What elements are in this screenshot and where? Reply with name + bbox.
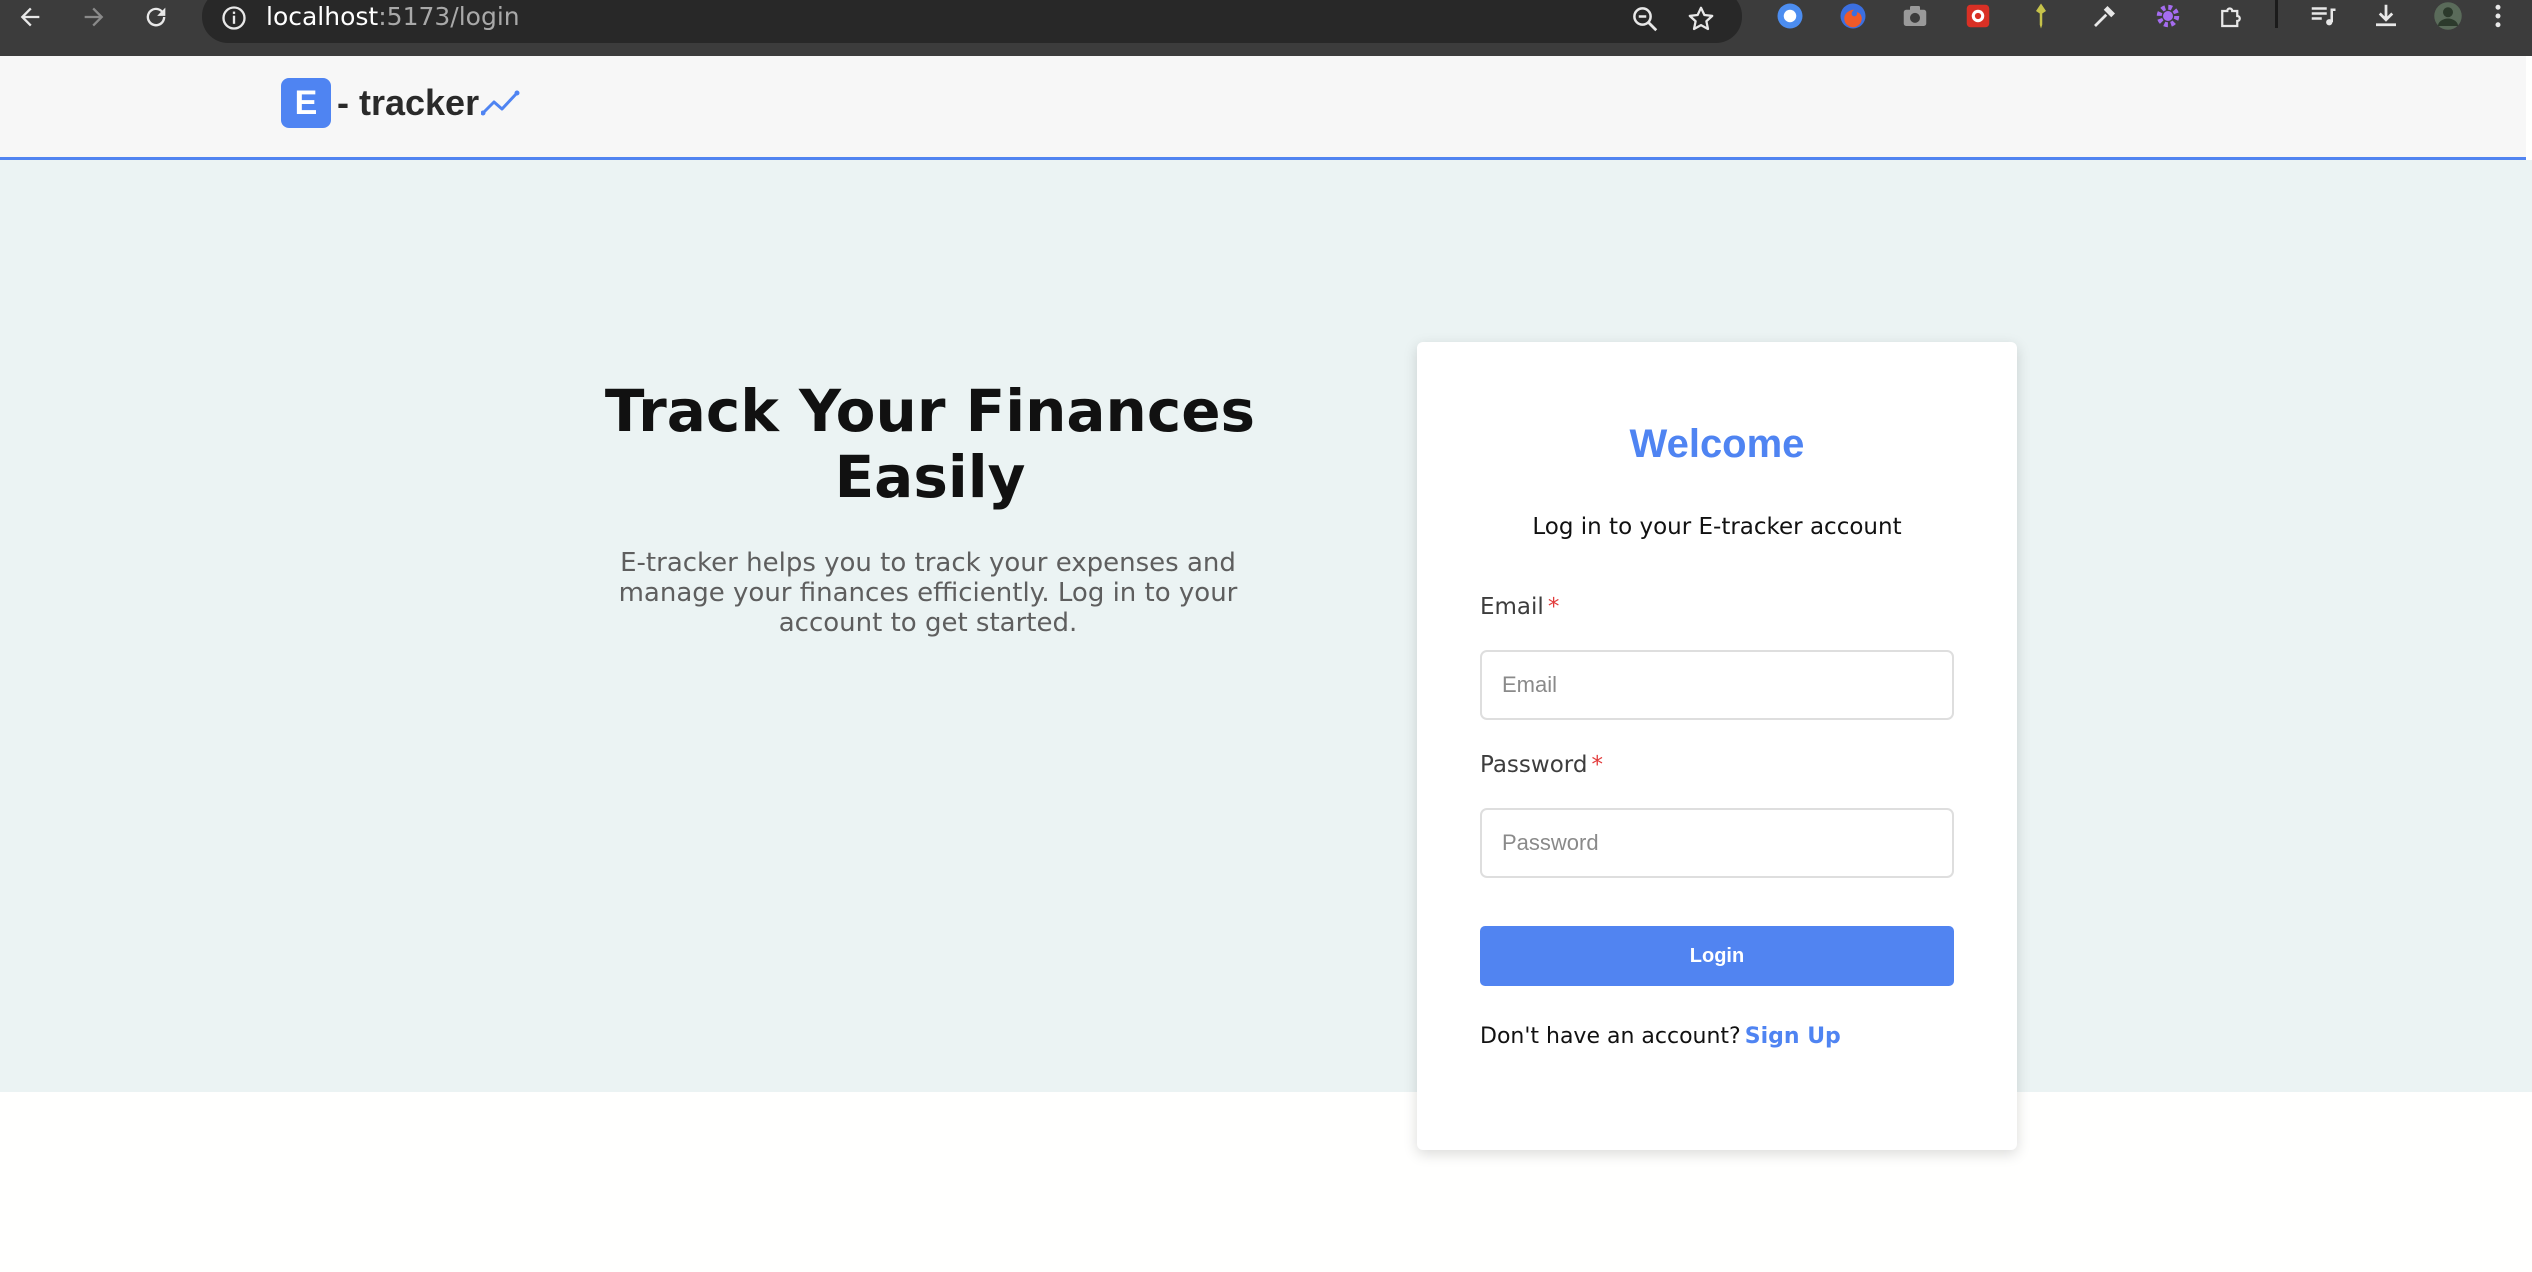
pin-extension-icon[interactable] (2023, 0, 2059, 32)
extension-circle-icon[interactable] (1772, 0, 1808, 32)
address-bar[interactable]: localhost:5173/login (202, 0, 1742, 43)
required-asterisk: * (1591, 752, 1603, 778)
reload-button[interactable] (136, 0, 176, 34)
info-icon[interactable] (220, 4, 248, 32)
hero-description: E-tracker helps you to track your expens… (618, 548, 1238, 638)
email-field[interactable] (1480, 650, 1954, 720)
star-icon[interactable] (1686, 4, 1716, 34)
zoom-out-icon[interactable] (1630, 4, 1660, 34)
email-label-text: Email (1480, 594, 1544, 620)
login-card: Welcome Log in to your E-tracker account… (1417, 342, 2017, 1150)
logo-mark: E (281, 78, 331, 128)
signup-prompt-text: Don't have an account? (1480, 1024, 1741, 1049)
eyedropper-icon[interactable] (2087, 0, 2123, 32)
profile-avatar[interactable] (2430, 0, 2466, 32)
forward-button[interactable] (74, 0, 114, 34)
login-title: Welcome (1629, 422, 1805, 466)
media-playlist-icon[interactable] (2305, 0, 2341, 32)
signup-link[interactable]: Sign Up (1745, 1024, 1841, 1049)
reload-icon (146, 7, 166, 27)
puzzle-icon[interactable] (2213, 0, 2249, 32)
bug-extension-icon[interactable] (1960, 0, 1996, 32)
hero-title: Track Your Finances Easily (604, 377, 1256, 511)
hero-section: Track Your Finances Easily E-tracker hel… (0, 160, 2532, 1092)
password-field[interactable] (1480, 808, 1954, 878)
login-subtitle: Log in to your E-tracker account (1532, 514, 1902, 540)
back-button[interactable] (10, 0, 50, 34)
navbar: E - tracker (0, 56, 2526, 160)
download-icon[interactable] (2368, 0, 2404, 32)
arrow-left-icon (20, 7, 40, 27)
logo-text: - tracker (337, 82, 480, 123)
toolbar-separator (2275, 0, 2278, 28)
login-button[interactable]: Login (1480, 926, 1954, 986)
password-label: Password * (1480, 752, 1603, 778)
email-label: Email * (1480, 594, 1559, 620)
required-asterisk: * (1547, 594, 1560, 620)
signup-prompt: Don't have an account? Sign Up (1480, 1024, 1841, 1049)
page: E - tracker Track Your Finances Easily E… (0, 56, 2532, 1272)
arrow-right-icon (84, 7, 104, 27)
kebab-menu-icon[interactable] (2480, 0, 2516, 32)
logo[interactable]: E - tracker (281, 78, 521, 128)
trend-up-icon (481, 90, 520, 116)
url-path: :5173/login (378, 2, 520, 31)
logo-letter: E (294, 83, 318, 122)
password-label-text: Password (1480, 752, 1588, 778)
browser-toolbar: localhost:5173/login (0, 0, 2532, 56)
url-text[interactable]: localhost:5173/login (266, 2, 520, 31)
camera-icon[interactable] (1897, 0, 1933, 32)
url-host: localhost (266, 2, 379, 31)
gear-extension-icon[interactable] (2150, 0, 2186, 32)
firefox-icon[interactable] (1835, 0, 1871, 32)
